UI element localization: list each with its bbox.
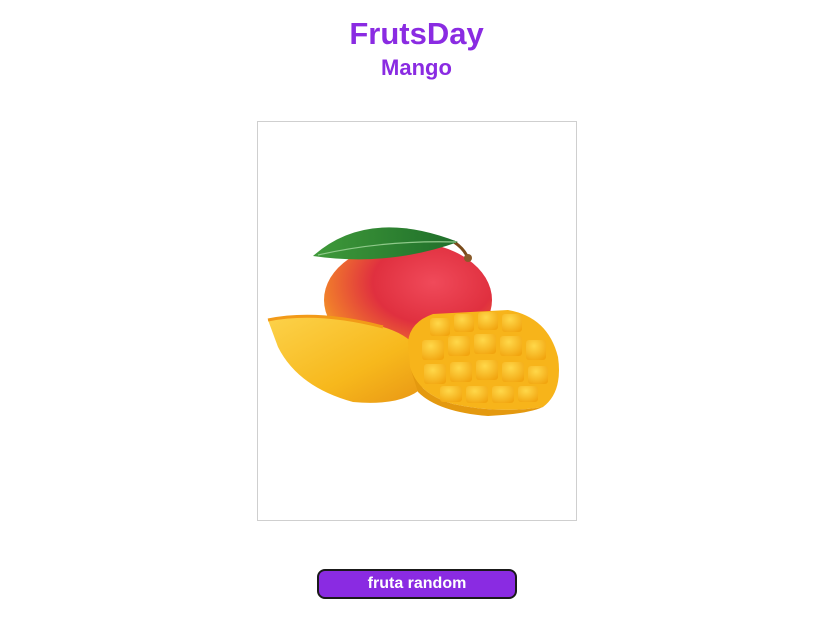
app-page: FrutsDay Mango fruta random: [0, 0, 833, 625]
fruit-image-frame: [257, 121, 577, 521]
random-fruit-button[interactable]: fruta random: [317, 569, 517, 599]
app-title: FrutsDay: [349, 16, 484, 51]
fruit-name: Mango: [381, 55, 452, 80]
mango-fruit-image: [267, 227, 559, 416]
